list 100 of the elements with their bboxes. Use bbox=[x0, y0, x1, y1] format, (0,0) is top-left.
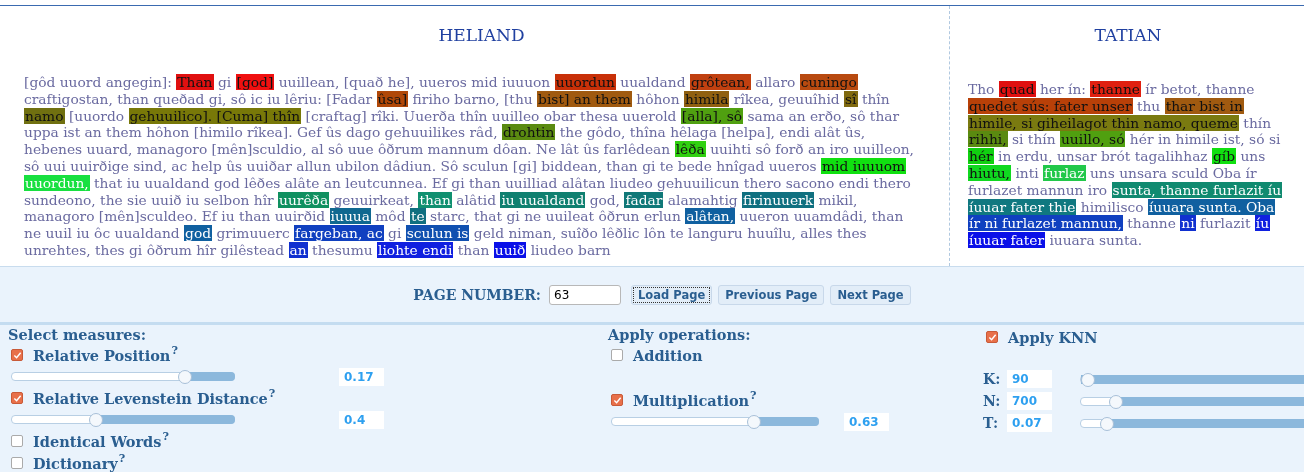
highlighted-phrase: himile, si giheilagot thin namo, queme bbox=[968, 114, 1239, 131]
passage-text: uns unsara sculd Oba ír bbox=[1089, 165, 1257, 181]
highlighted-phrase: gehuuilico]. [Cuma] thîn bbox=[128, 107, 302, 124]
page-number-label: PAGE NUMBER: bbox=[413, 286, 542, 303]
passage-text: môd bbox=[375, 208, 406, 225]
highlighted-phrase: ni bbox=[1180, 215, 1196, 232]
passage-text: starc, that gi ne uuileat ôðrun erlun bbox=[430, 208, 681, 225]
highlighted-phrase: [alla], sô bbox=[680, 107, 744, 124]
passage-text: geld niman, suîðo lêðlic lôn te languru huuîlu, alles thes bbox=[473, 225, 867, 242]
text-title: TATIAN bbox=[1093, 25, 1163, 47]
highlighted-phrase: íuuar fater thie bbox=[968, 198, 1077, 215]
passage-text: uppa ist an them hôhon [himilo rîkea]. Gef ûs dago gehuuilikes râd, bbox=[24, 124, 498, 141]
highlighted-phrase: cuningo bbox=[799, 74, 858, 90]
text-title: HELIAND bbox=[437, 25, 526, 47]
passage-text: hér in himile ist, só si bbox=[1129, 131, 1281, 148]
passage-text: uuillean, [quað he], uueros mid iuuuon bbox=[278, 74, 551, 90]
passage-text: furlazit bbox=[1200, 215, 1251, 232]
passage-text: iuuara sunta. bbox=[1049, 232, 1143, 249]
passage-text: thanne bbox=[1127, 215, 1176, 232]
highlighted-phrase: lêða bbox=[674, 141, 706, 158]
passage-text: sama an erðo, sô thar bbox=[747, 107, 900, 124]
highlighted-phrase: mid iuuuom bbox=[821, 158, 907, 174]
passage-text: her ín: bbox=[1039, 81, 1086, 97]
passage-text: alâtid bbox=[456, 191, 496, 208]
highlighted-phrase: uurêða bbox=[278, 191, 330, 208]
passage-text: uuihti sô forð an iro uuilleon, bbox=[710, 141, 914, 158]
highlighted-phrase: rihhi, bbox=[968, 131, 1008, 148]
passage-text: than bbox=[457, 241, 490, 258]
highlighted-phrase: firinuuerk bbox=[742, 191, 815, 208]
highlighted-phrase: liohte endi bbox=[377, 241, 454, 258]
passage-text: [craftag] rîki. Uuerða thîn uuilleo obar thesa uuerold bbox=[305, 107, 677, 124]
passage-text: geuuirkeat, bbox=[333, 191, 414, 208]
passage-text: hebenes uuard, managoro [mên]sculdio, al sô uue ôðrum mannum dôan. Ne lât ûs farlêdean bbox=[24, 141, 671, 158]
passage-text: si thín bbox=[1011, 131, 1056, 148]
highlighted-phrase: sculun is bbox=[405, 225, 470, 242]
highlighted-phrase: íuuara sunta. Oba bbox=[1147, 198, 1276, 215]
highlighted-phrase: iu uualdand bbox=[500, 191, 586, 208]
passage-text: grimuuerc bbox=[216, 225, 290, 242]
passage-text: unrehtes, thes gi ôðrum hîr gilêstead bbox=[24, 241, 285, 258]
highlighted-phrase: Than bbox=[176, 74, 214, 90]
section-heading: Apply operations: bbox=[608, 326, 752, 344]
passage-text: himilisco bbox=[1080, 198, 1144, 215]
passage-text: sô uui uuirðige sind, ac help ûs uuiðar allun ubilon dâdiun. Sô sculun [gi] biddean, than gi te bede hnîgad uueros bbox=[24, 158, 817, 174]
highlighted-phrase: gíb bbox=[1212, 148, 1237, 165]
passage-text: in erdu, unsar brót tagalihhaz bbox=[998, 148, 1208, 165]
highlighted-phrase: hiutu, bbox=[968, 165, 1011, 181]
highlighted-phrase: uuillo, só bbox=[1059, 131, 1126, 148]
passage-text: inti bbox=[1015, 165, 1039, 181]
highlighted-phrase: namo bbox=[24, 107, 65, 124]
parameter-label: N: bbox=[983, 393, 1002, 409]
passage-text: gi bbox=[217, 74, 232, 90]
passage-text: uualdand bbox=[620, 74, 686, 90]
highlighted-phrase: fargeban, ac bbox=[294, 225, 384, 242]
passage-text: thîn bbox=[861, 90, 890, 107]
passage-text: alamahtig bbox=[667, 191, 738, 208]
passage-text: god, bbox=[589, 191, 620, 208]
passage-text: allaro bbox=[755, 74, 796, 90]
passage-text: rîkea, geuuîhid bbox=[733, 90, 840, 107]
passage-text: managoro [mên]sculdeo. Ef iu than uuirðid bbox=[24, 208, 326, 225]
highlighted-phrase: uuordun, bbox=[24, 174, 90, 191]
passage-text: that iu uualdand god lêðes alâte an leutcunnea. Ef gi than uuilliad alâtan liudeo gehuuilicun thero sacono endi thero bbox=[94, 174, 911, 191]
passage-text: ne uuil iu ôc uualdand bbox=[24, 225, 180, 242]
highlighted-phrase: te bbox=[409, 208, 426, 225]
highlighted-phrase: grôtean, bbox=[689, 74, 751, 90]
passage-text: Tho bbox=[968, 81, 995, 97]
highlighted-phrase: uuið bbox=[493, 241, 527, 258]
highlighted-phrase: iuuua bbox=[329, 208, 371, 225]
highlighted-phrase: hér bbox=[968, 148, 994, 165]
highlighted-phrase: quedet sús: fater unser bbox=[968, 97, 1133, 114]
highlighted-phrase: sunta, thanne furlazit íu bbox=[1111, 181, 1283, 198]
passage-text: craftigostan, than queðad gi, sô ic iu lêriu: [Fadar bbox=[24, 90, 373, 107]
highlighted-phrase: [god] bbox=[235, 74, 275, 90]
passage-text: liudeo barn bbox=[530, 241, 611, 258]
highlighted-phrase: ûsa] bbox=[376, 90, 409, 107]
highlighted-phrase: quad bbox=[998, 81, 1036, 97]
highlighted-phrase: furlaz bbox=[1043, 165, 1086, 181]
passage-text: mikil, bbox=[818, 191, 858, 208]
highlighted-phrase: god bbox=[184, 225, 213, 242]
passage-text: [gôd uuord angegin]: bbox=[24, 74, 172, 90]
highlighted-phrase: an bbox=[288, 241, 308, 258]
highlighted-phrase: than bbox=[418, 191, 452, 208]
highlighted-phrase: uuordun bbox=[554, 74, 616, 90]
passage-text: thu bbox=[1136, 97, 1161, 114]
passage-text: thesumu bbox=[312, 241, 373, 258]
passage-text: sundeono, the sie uuið iu selbon hîr bbox=[24, 191, 274, 208]
highlighted-phrase: himila bbox=[683, 90, 730, 107]
highlighted-phrase: bist] an them bbox=[537, 90, 632, 107]
highlighted-phrase: íuuar fater bbox=[968, 232, 1046, 249]
highlighted-phrase: fadar bbox=[624, 191, 664, 208]
passage-text: uns bbox=[1240, 148, 1266, 165]
passage-text: uueron uuamdâdi, than bbox=[739, 208, 904, 225]
passage-text: hôhon bbox=[636, 90, 680, 107]
highlighted-phrase: drohtin bbox=[501, 124, 556, 141]
highlighted-phrase: thar bist in bbox=[1164, 97, 1244, 114]
parameter-label: K: bbox=[983, 371, 1002, 387]
passage-text: gi bbox=[388, 225, 402, 242]
highlighted-phrase: thanne bbox=[1090, 81, 1141, 97]
highlighted-phrase: ír ni furlazet mannun, bbox=[968, 215, 1123, 232]
passage-text: thín bbox=[1243, 114, 1272, 131]
passage-text: the gôdo, thîna hêlaga [helpa], endi alât ûs, bbox=[559, 124, 866, 141]
